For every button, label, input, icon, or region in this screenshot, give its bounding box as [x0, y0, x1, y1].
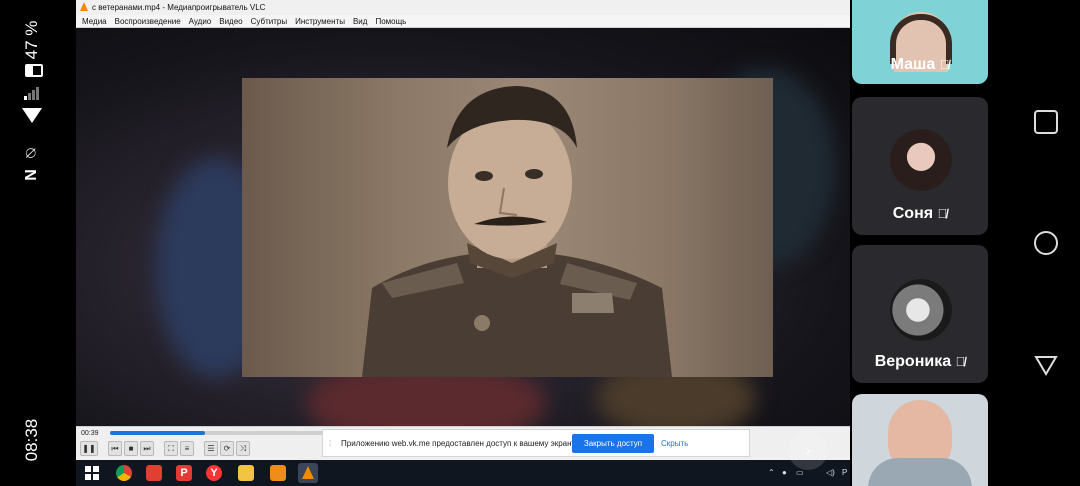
app-icon-orange[interactable]	[270, 465, 286, 481]
signal-icon	[24, 86, 40, 100]
avatar	[890, 279, 952, 341]
battery-percent: 47 %	[22, 20, 41, 60]
app-icon-p[interactable]: P	[176, 465, 192, 481]
mic-muted-icon: 🎙̸	[955, 354, 966, 369]
participant-tile-camera[interactable]	[852, 394, 988, 486]
participants-sidebar: Маша 🎙̸ Соня 🎙̸ Вероника 🎙̸	[850, 0, 1010, 486]
back-button[interactable]	[1034, 354, 1058, 376]
tray-mic-icon[interactable]: ●	[782, 468, 787, 477]
menu-playback[interactable]: Воспроизведение	[115, 15, 181, 27]
vlc-taskbar-icon[interactable]	[298, 463, 318, 483]
vlc-title-bar: с ветеранами.mp4 - Медиапроигрыватель VL…	[76, 0, 850, 15]
vlc-menu-bar: Медиа Воспроизведение Аудио Видео Субтит…	[76, 15, 850, 28]
participant-tile-masha[interactable]: Маша 🎙̸	[852, 0, 988, 84]
vlc-control-bar: 00:39 ❚❚ ⏮ ■ ⏭ ⛶ ≡ ☰ ⟳ ⤨ ⁞ Приложению we…	[76, 426, 850, 461]
menu-view[interactable]: Вид	[353, 15, 367, 27]
portrait-illustration	[362, 86, 672, 377]
avatar	[890, 129, 952, 191]
menu-help[interactable]: Помощь	[375, 15, 406, 27]
menu-media[interactable]: Медиа	[82, 15, 107, 27]
drag-handle-icon[interactable]: ⁞	[329, 439, 331, 448]
android-nav-bar	[1010, 0, 1080, 486]
menu-audio[interactable]: Аудио	[189, 15, 212, 27]
loop-button[interactable]: ⟳	[220, 441, 234, 456]
mic-muted-icon: 🎙̸	[937, 206, 948, 221]
participant-name: Вероника 🎙̸	[874, 353, 966, 370]
clock-time: 08:38	[22, 418, 41, 462]
tray-language[interactable]: Р	[842, 468, 847, 477]
recent-apps-button[interactable]	[1034, 110, 1058, 134]
wifi-icon	[22, 108, 42, 123]
yandex-browser-icon[interactable]: Y	[206, 465, 222, 481]
mic-muted-icon: 🎙̸	[939, 57, 950, 72]
stop-sharing-button[interactable]: Закрыть доступ	[572, 434, 654, 453]
file-explorer-icon[interactable]	[238, 465, 254, 481]
chrome-icon[interactable]	[116, 465, 132, 481]
tray-volume-icon[interactable]: ◁)	[826, 468, 835, 477]
next-button[interactable]: ⏭	[140, 441, 154, 456]
battery-icon	[25, 64, 43, 77]
stop-button[interactable]: ■	[124, 441, 138, 456]
menu-subtitles[interactable]: Субтитры	[251, 15, 287, 27]
app-icon-red[interactable]	[146, 465, 162, 481]
nfc-icon: N	[23, 169, 40, 181]
home-button[interactable]	[1034, 231, 1058, 255]
menu-tools[interactable]: Инструменты	[295, 15, 345, 27]
hide-link[interactable]: Скрыть	[661, 439, 688, 448]
share-message: Приложению web.vk.me предоставлен доступ…	[341, 439, 577, 448]
veteran-portrait-photo	[242, 78, 773, 377]
vibrate-off-icon: ⍉	[23, 148, 40, 158]
extended-settings-button[interactable]: ≡	[180, 441, 194, 456]
video-area[interactable]	[76, 28, 850, 426]
tray-chevron-icon[interactable]: ⌃	[768, 468, 775, 477]
participant-tile-sonya[interactable]: Соня 🎙̸	[852, 97, 988, 235]
screen-share-notice: ⁞ Приложению web.vk.me предоставлен дост…	[322, 429, 750, 457]
elapsed-time: 00:39	[81, 430, 99, 437]
previous-button[interactable]: ⏮	[108, 441, 122, 456]
shuffle-button[interactable]: ⤨	[236, 441, 250, 456]
windows-start-icon[interactable]	[84, 465, 100, 481]
menu-video[interactable]: Видео	[219, 15, 242, 27]
playlist-button[interactable]: ☰	[204, 441, 218, 456]
participant-tile-veronika[interactable]: Вероника 🎙̸	[852, 245, 988, 383]
seek-progress	[110, 431, 205, 435]
shared-screen: с ветеранами.mp4 - Медиапроигрыватель VL…	[76, 0, 850, 486]
participant-name: Соня 🎙̸	[892, 205, 948, 222]
screen-share-overlay-icon[interactable]: ›	[788, 430, 828, 470]
phone-status-bar: 47 % ⍉ N 08:38	[0, 0, 76, 486]
windows-taskbar: P Y ⌃ ● ▭ ◁) Р	[76, 460, 850, 486]
participant-video	[868, 458, 972, 486]
participant-name: Маша 🎙̸	[890, 56, 950, 73]
window-title: с ветеранами.mp4 - Медиапроигрыватель VL…	[92, 3, 266, 12]
vlc-cone-icon	[80, 2, 88, 11]
pause-button[interactable]: ❚❚	[80, 441, 98, 456]
fullscreen-button[interactable]: ⛶	[164, 441, 178, 456]
